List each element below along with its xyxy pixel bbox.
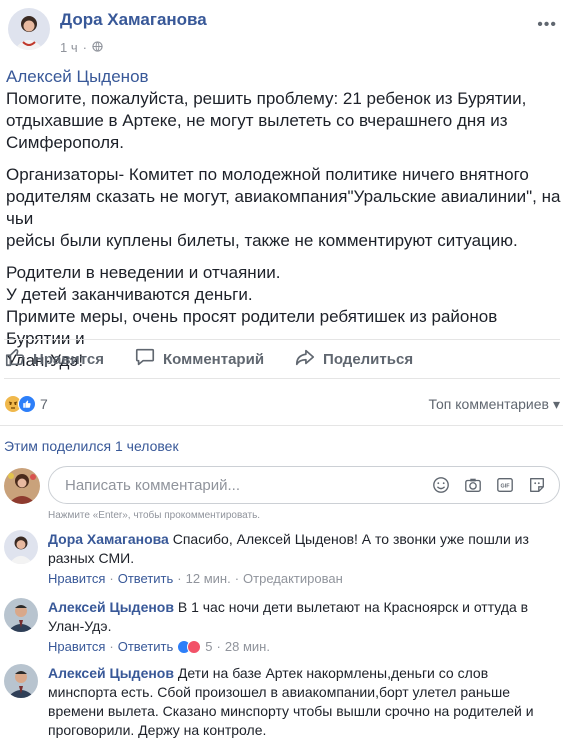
camera-icon[interactable] [463,475,483,495]
post-meta: 1 ч · [60,40,103,55]
comment-body-line: Дети на базе Артек накормлены,деньги со … [177,665,489,681]
comment-body-line: В 1 час ночи дети вылетают на Красноярск… [177,599,529,615]
post-line: рейсы были куплены билеты, также не комм… [6,231,518,250]
comment-body-line: Улан-Удэ. [48,618,112,634]
comment-item: Дора Хамаганова Спасибо, Алексей Цыденов… [4,530,560,586]
thumbs-up-icon [4,346,26,372]
commenter-avatar[interactable] [4,598,38,632]
like-button[interactable]: Нравится [4,346,104,372]
post-time[interactable]: 1 ч [60,40,78,55]
gif-icon[interactable]: GIF [495,475,515,495]
comment-reaction-count[interactable]: 5 [205,639,212,654]
comment-line: Дора Хамаганова Спасибо, Алексей Цыденов… [48,530,560,549]
comment-line: Алексей Цыденов В 1 час ночи дети вылета… [48,598,560,617]
comment-attach-icons: GIF [431,475,547,495]
comment-sort-dropdown[interactable]: Топ комментариев ▾ [429,396,560,413]
comment-line: Алексей Цыденов Дети на базе Артек накор… [48,664,560,683]
quoted-author-paragraph: Алексей Цыденов [6,66,562,88]
comment-time[interactable]: 28 мин. [225,639,270,654]
comment-time[interactable]: 12 мин. [186,571,231,586]
post-line: отдыхавшие в Артеке, не могут вылететь с… [6,111,508,130]
comment-meta: Нравится · Ответить · 12 мин. · Отредакт… [48,571,560,586]
post-line: Симферополя. [6,133,124,152]
comment-input[interactable] [65,476,425,494]
comment-text: Алексей Цыденов Дети на базе Артек накор… [48,664,560,740]
comment-input-box[interactable]: GIF [48,466,560,504]
chevron-down-icon: ▾ [552,395,560,412]
enter-hint: Нажмите «Enter», чтобы прокомментировать… [48,510,261,521]
more-options-icon[interactable]: ••• [537,16,557,34]
meta-separator: · [216,639,221,654]
comment-author[interactable]: Алексей Цыденов [48,599,174,615]
comment-body-line: Спасибо, Алексей Цыденов! А то звонки уж… [172,531,529,547]
comment-body-line: разных СМИ. [48,550,135,566]
comment-reply-link[interactable]: Ответить [118,571,174,586]
comment-like-link[interactable]: Нравится [48,571,105,586]
like-label: Нравится [33,350,105,368]
current-user-avatar [4,468,40,504]
post-header: Дора Хамаганова 1 ч · ••• [8,8,563,60]
meta-separator: · [82,40,87,55]
share-button[interactable]: Поделиться [294,346,413,372]
post-line: родителям сказать не могут, авиакомпания… [6,187,561,228]
meta-separator: · [109,639,114,654]
post-line: Организаторы- Комитет по молодежной поли… [6,165,529,184]
meta-separator: · [109,571,114,586]
shares-link[interactable]: Этим поделился 1 человек [4,438,179,454]
comment-item: Алексей Цыденов В 1 час ночи дети вылета… [4,598,560,654]
post-paragraph: Помогите, пожалуйста, решить проблему: 2… [6,88,562,154]
comment-body-line: проговорили. Держу на контроле. [48,722,267,738]
comment-meta: Нравится · Ответить 5 · 28 мин. [48,639,560,654]
comment-body-line: минспорта есть. Сбой произошел в авиаком… [48,684,510,700]
svg-text:GIF: GIF [501,484,511,490]
post-line: Помогите, пожалуйста, решить проблему: 2… [6,89,527,108]
edited-label[interactable]: Отредактирован [243,571,343,586]
globe-icon [92,40,103,55]
post-body: Алексей Цыденов Помогите, пожалуйста, ре… [6,66,562,382]
comment-item: Алексей Цыденов Дети на базе Артек накор… [4,664,560,740]
post-paragraph: Организаторы- Комитет по молодежной поли… [6,164,562,252]
post-line: Родители в неведении и отчаянии. [6,263,281,282]
post-author-name[interactable]: Дора Хамаганова [60,10,207,30]
comment-sort-label: Топ комментариев [428,396,549,412]
post-line: У детей заканчиваются деньги. [6,285,253,304]
commenter-avatar[interactable] [4,664,38,698]
love-reaction-icon [187,639,202,654]
comment-button[interactable]: Комментарий [134,346,264,372]
meta-separator: · [177,571,182,586]
like-reaction-icon[interactable] [18,395,36,413]
sticker-icon[interactable] [527,475,547,495]
comment-text: Алексей Цыденов В 1 час ночи дети вылета… [48,598,560,636]
share-label: Поделиться [323,350,414,368]
meta-separator: · [234,571,240,586]
divider [0,425,563,426]
comment-author[interactable]: Алексей Цыденов [48,665,174,681]
comment-composer: GIF [4,466,560,506]
comment-like-link[interactable]: Нравится [48,639,105,654]
comment-body-line: времени вылета. Сказано минспорту чтобы … [48,703,534,719]
comment-reply-link[interactable]: Ответить [118,639,174,654]
comment-text: Дора Хамаганова Спасибо, Алексей Цыденов… [48,530,560,568]
reactions-row: 7 Топ комментариев ▾ [4,392,560,416]
comment-reactions[interactable] [177,639,202,654]
comment-author[interactable]: Дора Хамаганова [48,531,169,547]
comment-label: Комментарий [163,350,265,368]
author-avatar[interactable] [8,8,50,50]
share-arrow-icon [294,346,316,372]
reaction-count[interactable]: 7 [40,396,48,412]
post-actions-bar: Нравится Комментарий Поделиться [4,339,560,379]
commenter-avatar[interactable] [4,530,38,564]
speech-bubble-icon [134,346,156,372]
emoji-icon[interactable] [431,475,451,495]
quoted-author-link[interactable]: Алексей Цыденов [6,66,562,88]
